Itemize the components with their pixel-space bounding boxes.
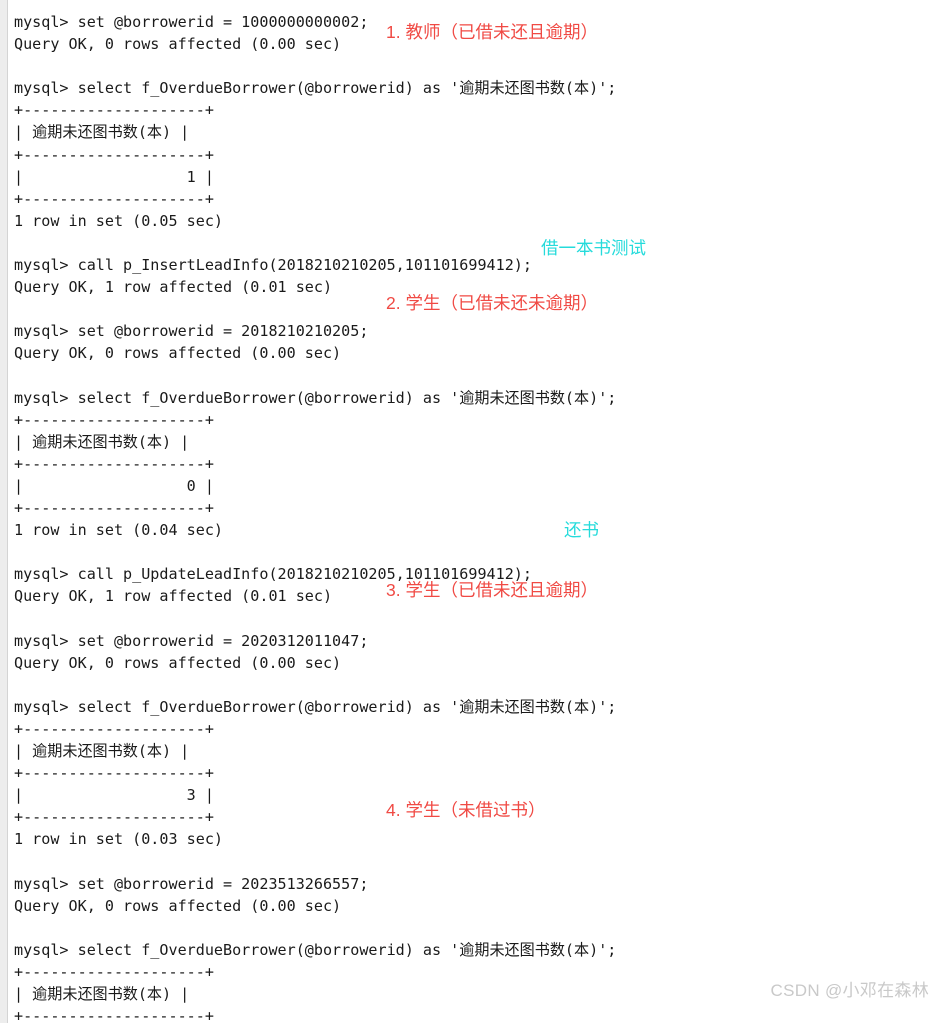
terminal-line: | 逾期未还图书数(本) | [14,123,190,142]
annotation-1: 1. 教师（已借未还且逾期） [386,22,598,42]
terminal-line: | 0 | [14,476,214,495]
csdn-watermark: CSDN @小邓在森林 [770,981,929,1000]
terminal-line: +--------------------+ [14,145,214,164]
terminal-line: +--------------------+ [14,764,214,783]
terminal-line: | 逾期未还图书数(本) | [14,432,190,451]
terminal-line: Query OK, 0 rows affected (0.00 sec) [14,653,342,672]
terminal-line: +--------------------+ [14,1007,214,1023]
annotation-2: 借一本书测试 [541,238,646,258]
terminal-line: mysql> call p_InsertLeadInfo(20182102102… [14,256,532,275]
terminal-line: +--------------------+ [14,454,214,473]
annotation-4: 还书 [564,520,599,540]
annotation-3: 2. 学生（已借未还未逾期） [386,293,598,313]
terminal-line: 1 row in set (0.04 sec) [14,521,224,540]
terminal-line: mysql> select f_OverdueBorrower(@borrowe… [14,388,617,407]
terminal-lines: mysql> set @borrowerid = 1000000000002; Q… [9,11,941,1023]
terminal-line: mysql> select f_OverdueBorrower(@borrowe… [14,79,617,98]
terminal-line: +--------------------+ [14,499,214,518]
terminal-line: mysql> set @borrowerid = 2023513266557; [14,874,369,893]
terminal-line: | 逾期未还图书数(本) | [14,742,190,761]
annotation-6: 4. 学生（未借过书） [386,800,546,820]
mysql-console-screenshot: mysql> set @borrowerid = 1000000000002; Q… [0,0,941,1023]
terminal-line: Query OK, 0 rows affected (0.00 sec) [14,344,342,363]
terminal-output-area[interactable]: mysql> set @borrowerid = 1000000000002; Q… [9,0,941,1023]
terminal-line: +--------------------+ [14,101,214,120]
terminal-line: +--------------------+ [14,410,214,429]
terminal-line: mysql> select f_OverdueBorrower(@borrowe… [14,940,617,959]
terminal-line: mysql> select f_OverdueBorrower(@borrowe… [14,697,617,716]
terminal-line: 1 row in set (0.03 sec) [14,830,224,849]
terminal-line: mysql> set @borrowerid = 2020312011047; [14,631,369,650]
terminal-line: +--------------------+ [14,189,214,208]
terminal-line: +--------------------+ [14,720,214,738]
terminal-line: 1 row in set (0.05 sec) [14,211,224,230]
terminal-line: Query OK, 0 rows affected (0.00 sec) [14,896,342,915]
terminal-line: | 1 | [14,167,214,186]
annotation-5: 3. 学生（已借未还且逾期） [386,580,598,600]
left-gutter-strip [0,0,8,1023]
terminal-line: mysql> set @borrowerid = 2018210210205; [14,322,369,341]
